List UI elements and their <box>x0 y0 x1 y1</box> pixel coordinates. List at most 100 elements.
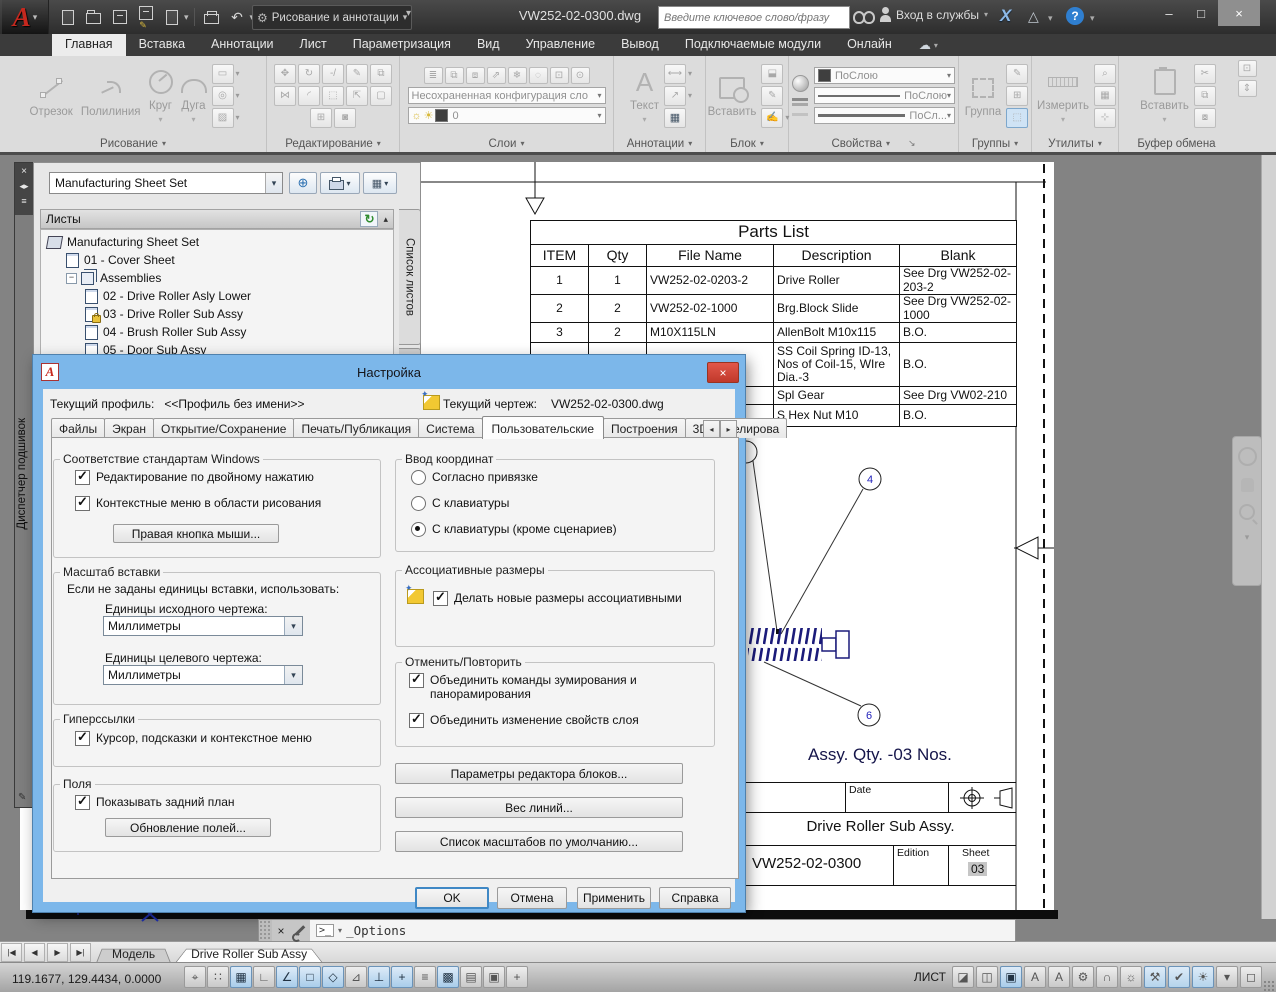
toggle-dynamic-ucs[interactable]: ⊥ <box>368 966 390 988</box>
cancel-button[interactable]: Отмена <box>497 887 567 909</box>
explode-tool[interactable]: ⬚ <box>322 86 344 106</box>
sign-in-button[interactable]: Вход в службы ▾ <box>880 7 988 22</box>
ribbon-options-button[interactable]: ⇕ <box>1238 80 1257 97</box>
hatch-tool[interactable]: ▨ <box>212 108 234 128</box>
status-hardware-accel[interactable]: ☼ <box>1120 966 1142 988</box>
radio-keyboard[interactable]: С клавиатуры <box>411 496 509 511</box>
checkbox-icon[interactable] <box>75 496 90 511</box>
polyline-tool[interactable]: Полилиния <box>78 73 144 118</box>
publish-button[interactable]: ▾ <box>320 172 360 194</box>
ribbon-tab[interactable]: Вывод <box>608 34 672 56</box>
checkbox-icon[interactable] <box>409 673 424 688</box>
sheets-header[interactable]: Листы ↻ ▴ <box>40 209 394 229</box>
dialog-tab[interactable]: Система <box>418 418 482 438</box>
checkbox-combine-zoom[interactable]: Объединить команды зумирования и панорам… <box>409 673 699 701</box>
ribbon-tab[interactable]: Лист <box>287 34 340 56</box>
insert-block-tool[interactable]: Вставить <box>705 73 760 118</box>
toggle-dynamic-input[interactable]: + <box>391 966 413 988</box>
paste-tool[interactable]: Вставить▾ <box>1137 67 1192 124</box>
toggle-lineweight[interactable]: ≡ <box>414 966 436 988</box>
group-edit-tool[interactable]: ⊞ <box>1006 86 1028 106</box>
layer-properties-button[interactable]: ≣ <box>424 67 443 84</box>
linetype-combo[interactable]: ПоСлою▾ <box>814 87 955 104</box>
command-close-icon[interactable]: × <box>272 920 290 941</box>
arc-tool[interactable]: Дуга▾ <box>178 67 210 124</box>
radio-icon[interactable] <box>411 522 426 537</box>
checkbox-icon[interactable] <box>433 591 448 606</box>
maximize-button[interactable]: □ <box>1186 0 1216 26</box>
fillet-tool[interactable]: ◜ <box>298 86 320 106</box>
color-combo[interactable]: ПоСлою▾ <box>814 67 955 84</box>
navigation-bar[interactable]: ▾ <box>1232 436 1262 586</box>
lineweight-settings-button[interactable]: Вес линий... <box>395 797 683 818</box>
panel-title-layers[interactable]: Слои▾ <box>400 135 613 152</box>
status-viewport-maximize[interactable]: ▣ <box>1000 966 1022 988</box>
steering-wheel-icon[interactable] <box>1238 447 1257 466</box>
open-file-button[interactable] <box>82 6 105 28</box>
lineweight-combo[interactable]: ПоСл...▾ <box>814 107 955 124</box>
toggle-3d-osnap[interactable]: ◇ <box>322 966 344 988</box>
help-button-dialog[interactable]: Справка <box>659 887 731 909</box>
save-as-button[interactable]: ✎ <box>134 6 157 28</box>
right-click-button[interactable]: Правая кнопка мыши... <box>113 524 279 543</box>
chevron-down-icon[interactable]: ▾ <box>1090 13 1095 24</box>
tab-scroll-left[interactable]: ◂ <box>703 420 720 438</box>
radio-icon[interactable] <box>411 496 426 511</box>
ribbon-tab[interactable]: Подключаемые модули <box>672 34 834 56</box>
status-workspace-switching[interactable]: ⚒ <box>1144 966 1166 988</box>
help-search-box[interactable] <box>658 6 850 29</box>
tree-item[interactable]: 04 - Brush Roller Sub Assy <box>41 323 393 341</box>
apply-button[interactable]: Применить <box>577 887 651 909</box>
copy-tool[interactable]: ⧉ <box>370 64 392 84</box>
layer-combo[interactable]: ☼ ☀ 0▾ <box>408 107 606 124</box>
ribbon-tab[interactable]: Параметризация <box>340 34 464 56</box>
zoom-icon[interactable] <box>1239 504 1255 520</box>
scale-tool[interactable]: ▢ <box>370 86 392 106</box>
ribbon-tab[interactable]: Главная <box>52 34 126 56</box>
chevron-down-icon[interactable]: ▾ <box>1048 13 1053 24</box>
status-annotation-settings[interactable]: ⚙ <box>1072 966 1094 988</box>
layer-state-button[interactable]: ⧉ <box>445 67 464 84</box>
dimension-tool[interactable]: ⟷ <box>664 64 686 84</box>
panel-title-draw[interactable]: Рисование▾ <box>0 135 266 152</box>
checkbox-icon[interactable] <box>75 470 90 485</box>
autodesk-360-icon[interactable]: △ <box>1028 8 1039 25</box>
cloud-menu-button[interactable]: ☁ ▾ <box>919 38 938 52</box>
status-annotation-auto[interactable]: А <box>1048 966 1070 988</box>
panel-title-properties[interactable]: Свойства▾↘ <box>789 135 958 152</box>
toggle-inference[interactable]: ⌖ <box>184 966 206 988</box>
layout-nav-button[interactable]: ◀ <box>24 943 45 962</box>
checkbox-icon[interactable] <box>75 795 90 810</box>
quick-select-tool[interactable]: ⌕ <box>1094 64 1116 84</box>
command-line[interactable]: × >_ ▾ _Options <box>258 919 1016 942</box>
dialog-tab[interactable]: Печать/Публикация <box>293 418 419 438</box>
tree-item[interactable]: Manufacturing Sheet Set <box>41 233 393 251</box>
status-annotation-scale[interactable]: А <box>1024 966 1046 988</box>
copy-clip-tool[interactable]: ⧉ <box>1194 86 1216 106</box>
ribbon-minimize-button[interactable]: ⊡ <box>1238 60 1257 77</box>
close-button[interactable]: × <box>1218 0 1260 26</box>
layer-state-combo[interactable]: Несохраненная конфигурация сло▾ <box>408 87 606 104</box>
edit-block-tool[interactable]: ✎ <box>761 86 783 106</box>
expand-icon[interactable]: − <box>66 273 77 284</box>
checkbox-contextmenu[interactable]: Контекстные меню в области рисования <box>75 496 321 511</box>
panel-title-groups[interactable]: Группы▾ <box>959 135 1031 152</box>
status-quick-view-layouts[interactable]: ◫ <box>976 966 998 988</box>
table-tool[interactable]: ▦ <box>664 108 686 128</box>
radio-keyboard-except[interactable]: С клавиатуры (кроме сценариев) <box>411 522 617 537</box>
erase-tool[interactable]: ✎ <box>346 64 368 84</box>
minimize-button[interactable]: – <box>1154 0 1184 26</box>
trim-tool[interactable]: -/ <box>322 64 344 84</box>
paste-special-tool[interactable]: ⧇ <box>1194 108 1216 128</box>
checkbox-hyperlink-cursor[interactable]: Курсор, подсказки и контекстное меню <box>75 731 312 746</box>
layer-unisolate-button[interactable]: ⇗ <box>487 67 506 84</box>
qat-menu-chevron[interactable]: ▾ <box>406 8 411 19</box>
palette-autohide-icon[interactable]: ◂▸ <box>19 181 28 192</box>
field-update-button[interactable]: Обновление полей... <box>105 818 271 837</box>
status-model-space[interactable]: ◪ <box>952 966 974 988</box>
id-point-tool[interactable]: ⊹ <box>1094 108 1116 128</box>
sheet-selections-button[interactable]: ▦▾ <box>363 172 397 194</box>
toggle-grid[interactable]: ▦ <box>230 966 252 988</box>
toggle-snap[interactable]: ∷ <box>207 966 229 988</box>
command-text[interactable]: _Options <box>346 923 406 938</box>
